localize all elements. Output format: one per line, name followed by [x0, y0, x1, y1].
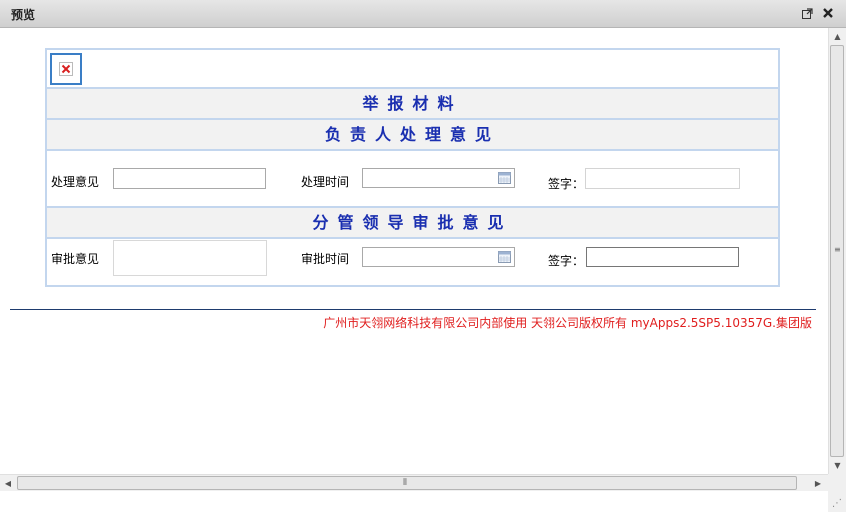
vertical-scroll-thumb[interactable]: ≡: [830, 45, 844, 457]
section-leader-title: 分管领导审批意见: [47, 208, 778, 239]
grip-icon: ⦀: [403, 478, 407, 488]
scroll-right-arrow-icon[interactable]: ▶: [810, 475, 826, 492]
scroll-up-arrow-icon[interactable]: ▲: [829, 28, 846, 45]
section-responsible-title: 负责人处理意见: [47, 120, 778, 151]
window-title: 预览: [11, 8, 36, 22]
approval-opinion-label: 审批意见: [51, 252, 100, 266]
close-icon[interactable]: [821, 6, 835, 20]
window-bottom: [0, 491, 828, 512]
time-label: 处理时间: [301, 175, 350, 189]
scroll-left-arrow-icon[interactable]: ◀: [0, 475, 16, 492]
opinion-input[interactable]: [113, 168, 266, 189]
broken-image-icon: [50, 53, 82, 85]
horizontal-scroll-thumb[interactable]: ⦀: [17, 476, 797, 490]
approval-opinion-textarea[interactable]: [113, 240, 267, 276]
horizontal-scrollbar[interactable]: ◀ ⦀ ▶: [0, 474, 828, 491]
popout-icon[interactable]: [800, 6, 814, 20]
approval-time-date-input[interactable]: [362, 247, 515, 267]
section-report-title: 举报材料: [47, 89, 778, 120]
approval-time-label: 审批时间: [301, 252, 350, 266]
report-form: 举报材料 负责人处理意见 处理意见 处理时间 签字： 分管领导审批意见 审批意见…: [45, 48, 780, 287]
sign-label: 签字：: [548, 177, 585, 191]
approval-sign-input[interactable]: [586, 247, 739, 267]
window-titlebar: 预览: [0, 0, 846, 28]
responsible-row: 处理意见 处理时间 签字：: [47, 151, 778, 208]
approval-sign-label: 签字：: [548, 254, 585, 268]
vertical-scrollbar[interactable]: ▲ ≡ ▼: [828, 28, 846, 474]
preview-content: 举报材料 负责人处理意见 处理意见 处理时间 签字： 分管领导审批意见 审批意见…: [0, 28, 828, 474]
scroll-down-arrow-icon[interactable]: ▼: [829, 457, 846, 474]
calendar-icon[interactable]: [498, 172, 511, 184]
footer-divider: [10, 309, 816, 310]
sign-input[interactable]: [585, 168, 740, 189]
image-row: [47, 50, 778, 89]
copyright-footer: 广州市天翎网络科技有限公司内部使用 天翎公司版权所有 myApps2.5SP5.…: [323, 316, 812, 330]
resize-grip-icon[interactable]: ⋰: [832, 498, 842, 509]
grip-icon: ≡: [834, 245, 841, 254]
calendar-icon[interactable]: [498, 251, 511, 263]
opinion-label: 处理意见: [51, 175, 100, 189]
leader-row: 审批意见 审批时间 签字：: [47, 239, 778, 285]
time-date-input[interactable]: [362, 168, 515, 188]
